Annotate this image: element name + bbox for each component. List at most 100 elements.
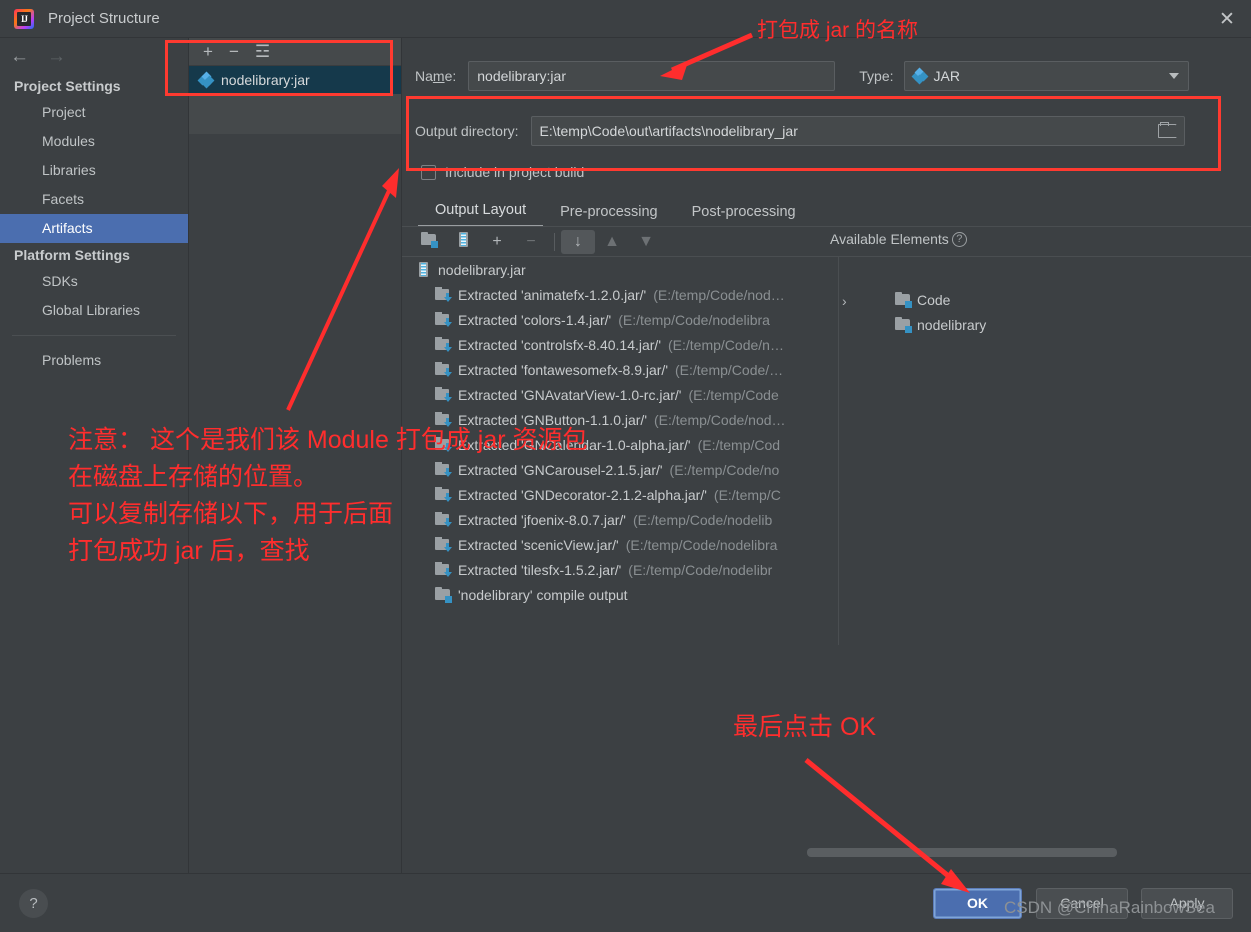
tree-row-path: (E:/temp/Code/nod… (654, 412, 786, 428)
jar-artifact-icon (199, 73, 213, 87)
folder-icon (435, 587, 451, 602)
forward-arrow-icon[interactable]: → (47, 47, 66, 66)
tree-row-label: Extracted 'GNButton-1.1.0.jar/' (458, 412, 647, 428)
available-element-item[interactable]: Code (857, 287, 1237, 312)
output-directory-value: E:\temp\Code\out\artifacts\nodelibrary_j… (540, 123, 798, 139)
tree-row[interactable]: 'nodelibrary' compile output (402, 582, 838, 607)
extracted-archive-icon (435, 312, 451, 327)
tree-row-label: Extracted 'GNCarousel-2.1.5.jar/' (458, 462, 663, 478)
tree-row[interactable]: Extracted 'GNAvatarView-1.0-rc.jar/'(E:/… (402, 382, 838, 407)
extracted-archive-icon (435, 362, 451, 377)
move-up-icon[interactable]: ▲ (595, 233, 629, 251)
sidebar-item-libraries[interactable]: Libraries (0, 156, 188, 185)
available-element-item[interactable]: nodelibrary (857, 312, 1237, 337)
output-layout-toolbar: + − ↓ ▲ ▼ Available Elements ? (402, 227, 1251, 257)
tree-row[interactable]: nodelibrary.jar (402, 257, 838, 282)
detail-tabs: Output Layout Pre-processing Post-proces… (402, 195, 1251, 227)
artifact-list-empty-area (189, 94, 401, 134)
back-arrow-icon[interactable]: ← (10, 47, 29, 66)
help-button[interactable]: ? (19, 889, 48, 918)
module-folder-icon (895, 317, 911, 332)
tab-output-layout[interactable]: Output Layout (418, 202, 543, 227)
close-icon[interactable]: ✕ (1215, 8, 1239, 30)
add-directory-icon[interactable] (412, 232, 446, 252)
tree-row[interactable]: Extracted 'GNDecorator-2.1.2-alpha.jar/'… (402, 482, 838, 507)
extracted-archive-icon (435, 437, 451, 452)
available-elements-tree[interactable]: Codenodelibrary (857, 287, 1237, 337)
tree-row-path: (E:/temp/Code/n… (668, 337, 784, 353)
sidebar-item-sdks[interactable]: SDKs (0, 267, 188, 296)
browse-folder-button[interactable] (1158, 122, 1178, 140)
tree-row[interactable]: Extracted 'fontawesomefx-8.9.jar/'(E:/te… (402, 357, 838, 382)
tree-row[interactable]: Extracted 'animatefx-1.2.0.jar/'(E:/temp… (402, 282, 838, 307)
tree-row-label: Extracted 'jfoenix-8.0.7.jar/' (458, 512, 626, 528)
nav-history-controls: ← → (0, 38, 188, 74)
intellij-logo-text: IJ (17, 12, 31, 26)
toolbar-divider (554, 233, 555, 251)
extracted-archive-icon (435, 287, 451, 302)
zip-icon (415, 262, 431, 277)
tree-row[interactable]: Extracted 'GNCarousel-2.1.5.jar/' (E:/tem… (402, 457, 838, 482)
sidebar-item-project[interactable]: Project (0, 98, 188, 127)
project-structure-dialog: IJ Project Structure ✕ ← → Project Setti… (0, 0, 1251, 932)
tree-row[interactable]: Extracted 'GNButton-1.1.0.jar/' (E:/temp/… (402, 407, 838, 432)
available-elements-header: Available Elements ? (830, 231, 967, 247)
extracted-archive-icon (435, 512, 451, 527)
remove-element-icon[interactable]: − (514, 233, 548, 251)
name-label: Name: (415, 68, 456, 84)
artifact-list-toolbar: + − ☲ (189, 38, 401, 66)
sidebar-item-facets[interactable]: Facets (0, 185, 188, 214)
remove-artifact-icon[interactable]: − (229, 43, 239, 60)
tree-row-label: nodelibrary.jar (438, 262, 526, 278)
help-circle-icon[interactable]: ? (952, 232, 967, 247)
chevron-down-icon (1169, 73, 1179, 79)
move-down-icon[interactable]: ▼ (629, 233, 663, 251)
tree-row-path: (E:/temp/Code/nodelib (633, 512, 772, 528)
extracted-archive-icon (435, 562, 451, 577)
output-directory-input[interactable]: E:\temp\Code\out\artifacts\nodelibrary_j… (531, 116, 1185, 146)
include-in-build-row[interactable]: Include in project build (402, 159, 1251, 185)
expand-chevron-icon[interactable]: › (842, 293, 847, 309)
tree-row-path: (E:/temp/Code/nodelibr (628, 562, 772, 578)
add-element-icon[interactable]: + (480, 233, 514, 251)
tree-row-label: Extracted 'tilesfx-1.5.2.jar/' (458, 562, 621, 578)
tree-row[interactable]: Extracted 'tilesfx-1.5.2.jar/' (E:/temp/C… (402, 557, 838, 582)
sidebar-group-platform-settings: Platform Settings (0, 243, 188, 267)
name-row: Name: nodelibrary:jar Type: JAR (402, 60, 1251, 92)
output-layout-tree[interactable]: nodelibrary.jar Extracted 'animatefx-1.2.… (402, 257, 839, 645)
tree-row-label: Extracted 'fontawesomefx-8.9.jar/' (458, 362, 668, 378)
tree-row[interactable]: Extracted 'jfoenix-8.0.7.jar/' (E:/temp/C… (402, 507, 838, 532)
tree-row-path: (E:/temp/Code (688, 387, 778, 403)
tree-row-label: Extracted 'GNDecorator-2.1.2-alpha.jar/' (458, 487, 707, 503)
copy-artifact-icon[interactable]: ☲ (255, 43, 270, 60)
artifact-list-item-label: nodelibrary:jar (221, 72, 310, 88)
type-label: Type: (859, 68, 893, 84)
artifact-name-input[interactable]: nodelibrary:jar (468, 61, 835, 91)
tab-post-processing[interactable]: Post-processing (675, 204, 813, 227)
sort-alphabetically-icon[interactable]: ↓ (561, 230, 595, 254)
extracted-archive-icon (435, 537, 451, 552)
horizontal-scrollbar[interactable] (807, 848, 1117, 857)
tree-row-path: (E:/temp/Code/nodelibra (618, 312, 770, 328)
tree-row-path: (E:/temp/Code/no (670, 462, 780, 478)
title-bar: IJ Project Structure ✕ (0, 0, 1251, 38)
tree-row[interactable]: Extracted 'colors-1.4.jar/' (E:/temp/Code… (402, 307, 838, 332)
sidebar-item-artifacts[interactable]: Artifacts (0, 214, 188, 243)
tab-pre-processing[interactable]: Pre-processing (543, 204, 675, 227)
sidebar-item-problems[interactable]: Problems (0, 346, 188, 375)
watermark: CSDN @ChinaRainbowSea (1004, 898, 1215, 918)
include-in-build-label: Include in project build (445, 164, 584, 180)
tree-row[interactable]: Extracted 'GNCalendar-1.0-alpha.jar/'(E:… (402, 432, 838, 457)
tree-row[interactable]: Extracted 'scenicView.jar/'(E:/temp/Code… (402, 532, 838, 557)
tree-row[interactable]: Extracted 'controlsfx-8.40.14.jar/'(E:/t… (402, 332, 838, 357)
add-artifact-icon[interactable]: + (203, 43, 213, 60)
output-directory-label: Output directory: (415, 123, 519, 139)
sidebar-item-global-libraries[interactable]: Global Libraries (0, 296, 188, 325)
tree-row-label: Extracted 'colors-1.4.jar/' (458, 312, 611, 328)
include-in-build-checkbox[interactable] (421, 165, 436, 180)
add-archive-icon[interactable] (446, 232, 480, 252)
sidebar-item-modules[interactable]: Modules (0, 127, 188, 156)
artifact-list-item-nodelibrary-jar[interactable]: nodelibrary:jar (189, 66, 401, 94)
artifact-type-select[interactable]: JAR (904, 61, 1189, 91)
zip-icon (455, 232, 471, 247)
